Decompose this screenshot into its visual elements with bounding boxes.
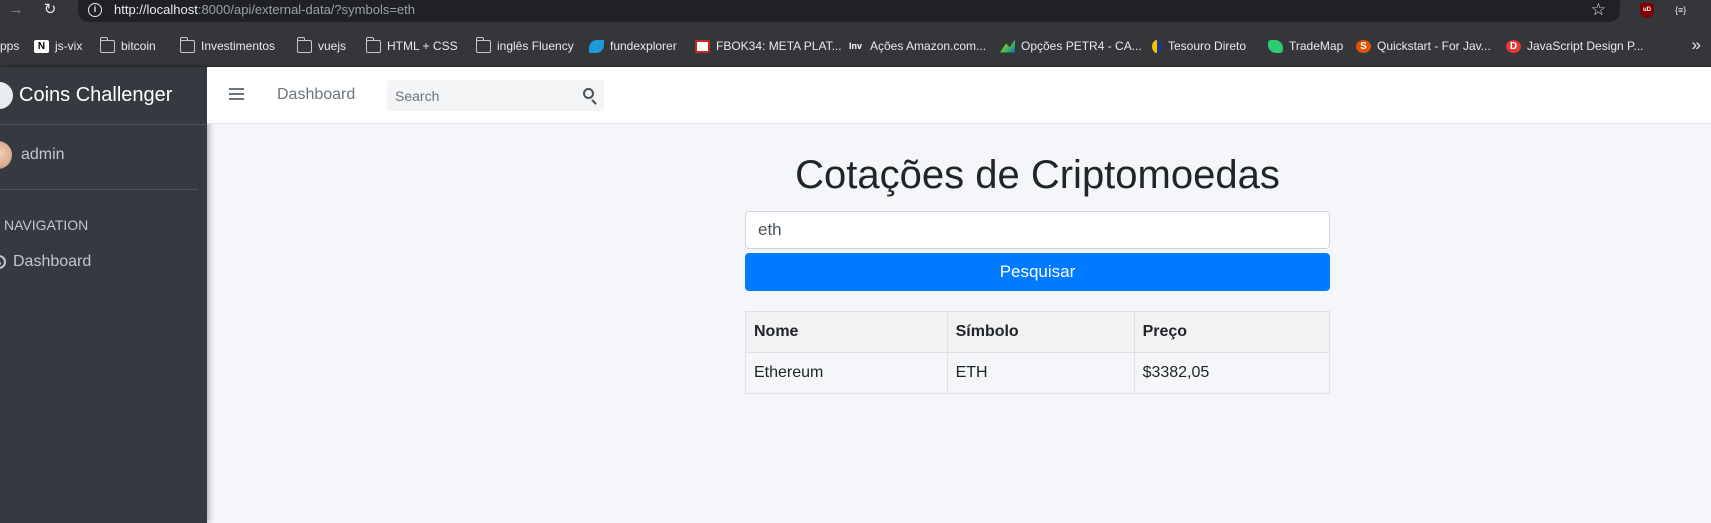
notion-icon: N bbox=[34, 39, 49, 53]
table-row: Ethereum ETH $3382,05 bbox=[745, 352, 1331, 394]
bookmark-folder-ingles[interactable]: inglês Fluency bbox=[475, 36, 574, 56]
bookmark-quickstart[interactable]: S Quickstart - For Jav... bbox=[1356, 36, 1491, 56]
quotes-table: Nome Símbolo Preço Ethereum ETH $3382,05 bbox=[745, 311, 1331, 394]
dofactory-icon: D bbox=[1506, 39, 1521, 53]
brand-logo-icon bbox=[0, 82, 13, 109]
brand-link[interactable]: Coins Challenger bbox=[0, 67, 207, 125]
folder-icon bbox=[99, 36, 115, 53]
symbols-input[interactable] bbox=[745, 211, 1330, 249]
site-info-icon[interactable]: i bbox=[88, 3, 102, 17]
page-title: Cotações de Criptomoedas bbox=[795, 153, 1280, 197]
investing-icon: Inv bbox=[849, 40, 863, 51]
fundexplorer-icon bbox=[589, 39, 604, 53]
cell-symbol: ETH bbox=[946, 352, 1135, 394]
browser-toolbar: → ↻ i http://localhost:8000/api/external… bbox=[0, 0, 1711, 23]
sidebar-item-dashboard[interactable]: Dashboard bbox=[0, 253, 91, 271]
bookmark-apps[interactable]: pps bbox=[0, 36, 19, 56]
table-header-row: Nome Símbolo Preço bbox=[745, 311, 1331, 353]
column-header-symbol: Símbolo bbox=[946, 311, 1135, 353]
user-avatar bbox=[0, 141, 12, 169]
bookmark-acoes-amazon[interactable]: Inv Ações Amazon.com... bbox=[849, 36, 986, 56]
search-icon[interactable] bbox=[583, 88, 594, 99]
folder-icon bbox=[179, 36, 195, 53]
ublock-extension-icon[interactable]: uD bbox=[1640, 3, 1654, 18]
column-header-price: Preço bbox=[1133, 311, 1331, 353]
top-navbar: Dashboard bbox=[207, 67, 1711, 124]
folder-icon bbox=[475, 36, 491, 53]
menu-toggle-icon[interactable] bbox=[229, 88, 244, 101]
address-bar[interactable]: i http://localhost:8000/api/external-dat… bbox=[78, 0, 1620, 22]
bookmarks-overflow-icon[interactable]: » bbox=[1692, 35, 1701, 55]
bookmark-folder-investimentos[interactable]: Investimentos bbox=[179, 36, 275, 56]
search-input[interactable] bbox=[387, 80, 572, 111]
bookmark-trademap[interactable]: TradeMap bbox=[1268, 36, 1343, 56]
dashboard-icon bbox=[0, 255, 6, 269]
bookmark-folder-bitcoin[interactable]: bitcoin bbox=[99, 36, 156, 56]
folder-icon bbox=[296, 36, 312, 53]
brand-title: Coins Challenger bbox=[19, 84, 173, 106]
chart-icon bbox=[1000, 39, 1015, 53]
bookmarks-bar: pps N js-vix bitcoin Investimentos vuejs… bbox=[0, 23, 1711, 67]
tesouro-icon bbox=[1152, 39, 1162, 53]
swagger-icon: S bbox=[1356, 39, 1371, 53]
search-button[interactable]: Pesquisar bbox=[745, 253, 1330, 291]
column-header-name: Nome bbox=[745, 311, 948, 353]
user-panel[interactable]: admin bbox=[0, 125, 198, 190]
bookmark-js-vix[interactable]: N js-vix bbox=[34, 36, 82, 56]
sidebar-item-label: Dashboard bbox=[13, 253, 92, 270]
bookmark-fbok34[interactable]: FBOK34: META PLAT... bbox=[695, 36, 842, 56]
bookmark-folder-vuejs[interactable]: vuejs bbox=[296, 36, 346, 56]
status-invest-icon bbox=[695, 39, 710, 53]
cell-name: Ethereum bbox=[745, 352, 948, 394]
bookmark-fundexplorer[interactable]: fundexplorer bbox=[589, 36, 677, 56]
bookmark-folder-html-css[interactable]: HTML + CSS bbox=[365, 36, 458, 56]
folder-icon bbox=[365, 36, 381, 53]
cell-price: $3382,05 bbox=[1133, 352, 1331, 394]
navbar-search bbox=[387, 80, 604, 111]
nav-header: N NAVIGATION bbox=[0, 217, 89, 233]
forward-icon[interactable]: → bbox=[6, 0, 26, 20]
url-text[interactable]: http://localhost:8000/api/external-data/… bbox=[114, 2, 415, 17]
nav-link-dashboard[interactable]: Dashboard bbox=[277, 86, 355, 104]
trademap-icon bbox=[1268, 39, 1283, 53]
user-name[interactable]: admin bbox=[21, 146, 65, 164]
reload-icon[interactable]: ↻ bbox=[40, 0, 60, 20]
bookmark-tesouro-direto[interactable]: Tesouro Direto bbox=[1152, 36, 1246, 56]
json-extension-icon[interactable]: {≡} bbox=[1675, 3, 1686, 18]
bookmark-star-icon[interactable]: ☆ bbox=[1591, 0, 1606, 20]
bookmark-opcoes-petr4[interactable]: Opções PETR4 - CA... bbox=[1000, 36, 1142, 56]
bookmark-javascript-design[interactable]: D JavaScript Design P... bbox=[1506, 36, 1644, 56]
sidebar: Coins Challenger admin N NAVIGATION Dash… bbox=[0, 67, 207, 523]
